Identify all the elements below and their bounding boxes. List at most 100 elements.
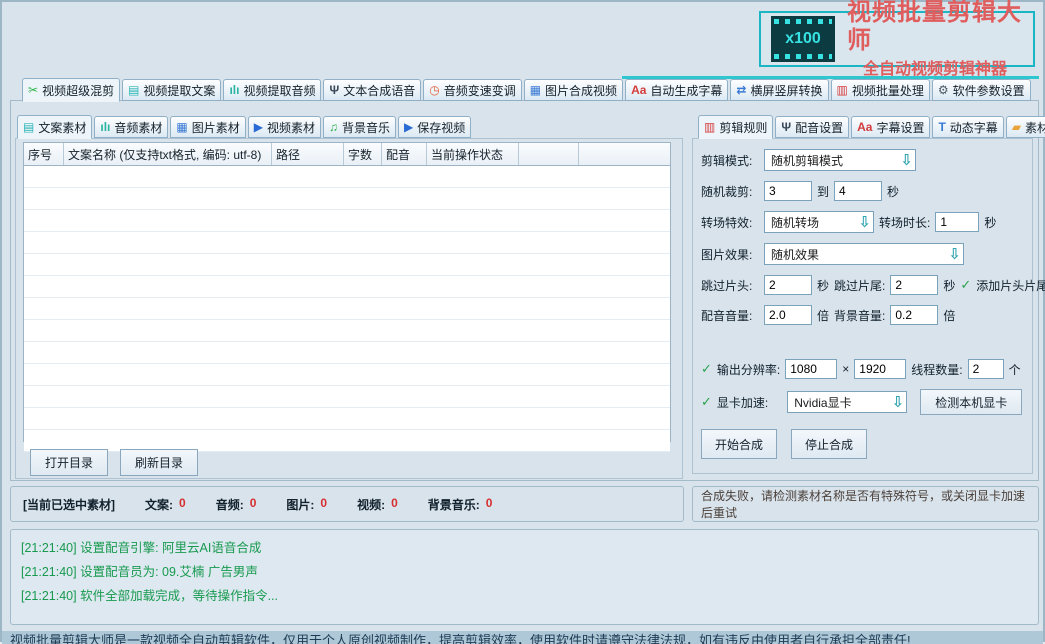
footer-text: 视频批量剪辑大师是一款视频全自动剪辑软件，仅用于个人原创视频制作，提高剪辑效率，… xyxy=(10,633,911,644)
material-tab[interactable]: ▦ 图片素材 xyxy=(170,116,245,138)
tab-label: 软件参数设置 xyxy=(953,82,1025,99)
skip-tail-input[interactable] xyxy=(890,275,938,295)
table-row[interactable] xyxy=(24,342,670,364)
tab-label: 图片素材 xyxy=(192,119,240,136)
checkbox-checked-icon[interactable]: ✓ xyxy=(701,394,712,410)
tab-label: 动态字幕 xyxy=(950,119,998,136)
status-message: 合成失败，请检测素材名称是否有特殊符号，或关闭显卡加速后重试 xyxy=(701,487,1030,521)
unit-count-label: 个 xyxy=(1009,361,1021,378)
resolution-width-input[interactable] xyxy=(785,359,837,379)
table-row[interactable] xyxy=(24,276,670,298)
transition-duration-input[interactable] xyxy=(935,212,979,232)
table-row[interactable] xyxy=(24,166,670,188)
selection-title: [当前已选中素材] xyxy=(23,496,115,513)
selection-count-value: 0 xyxy=(486,496,493,513)
material-tab[interactable]: ▶ 保存视频 xyxy=(398,116,471,138)
refresh-directory-button[interactable]: 刷新目录 xyxy=(120,449,198,476)
table-row[interactable] xyxy=(24,320,670,342)
tab-icon: ▥ xyxy=(704,121,715,133)
main-tab[interactable]: Aa 自动生成字幕 xyxy=(625,79,728,101)
main-tab[interactable]: ▦ 图片合成视频 xyxy=(524,79,623,101)
table-row[interactable] xyxy=(24,232,670,254)
random-cut-row: 随机裁剪: 到 秒 xyxy=(701,181,1032,201)
tab-icon: ▰ xyxy=(1012,121,1021,133)
main-tab[interactable]: ◷ 音频变速变调 xyxy=(423,79,522,101)
tab-icon: ◷ xyxy=(429,84,439,96)
main-tab[interactable]: ▤ 视频提取文案 xyxy=(122,79,221,101)
table-header-cell[interactable] xyxy=(519,143,579,165)
skip-head-input[interactable] xyxy=(764,275,812,295)
material-table: 序号文案名称 (仅支持txt格式, 编码: utf-8)路径字数配音当前操作状态 xyxy=(23,142,671,442)
checkbox-checked-icon[interactable]: ✓ xyxy=(960,277,971,293)
footer-disclaimer: 视频批量剪辑大师是一款视频全自动剪辑软件，仅用于个人原创视频制作，提高剪辑效率，… xyxy=(2,631,1043,644)
edit-mode-select[interactable]: 随机剪辑模式 ⇩ xyxy=(764,149,916,171)
material-tab[interactable]: ılı 音频素材 xyxy=(94,116,168,138)
main-tab[interactable]: ⚙ 软件参数设置 xyxy=(932,79,1031,101)
table-header-cell[interactable]: 序号 xyxy=(24,143,64,165)
image-effect-select[interactable]: 随机效果 ⇩ xyxy=(764,243,964,265)
settings-tab[interactable]: ▥ 剪辑规则 xyxy=(698,115,773,139)
table-header-cell[interactable]: 配音 xyxy=(382,143,427,165)
table-header-cell[interactable]: 当前操作状态 xyxy=(427,143,519,165)
image-effect-value: 随机效果 xyxy=(771,246,819,263)
table-row[interactable] xyxy=(24,298,670,320)
detect-gpu-button[interactable]: 检测本机显卡 xyxy=(920,389,1022,415)
settings-tab[interactable]: Ψ 配音设置 xyxy=(775,116,849,138)
resolution-height-input[interactable] xyxy=(854,359,906,379)
log-line: [21:21:40] 设置配音员为: 09.艾楠 广告男声 xyxy=(21,560,1038,584)
material-tab[interactable]: ▶ 视频素材 xyxy=(248,116,321,138)
seconds-label: 秒 xyxy=(887,183,899,200)
main-tab[interactable]: ▥ 视频批量处理 xyxy=(831,79,930,101)
tab-icon: Ψ xyxy=(329,84,339,96)
settings-tab-bar: ▥ 剪辑规则 Ψ 配音设置 Aa 字幕设置 T 动态字幕 ▰ 素材目录 xyxy=(698,115,1045,138)
gpu-select[interactable]: Nvidia显卡 ⇩ xyxy=(787,391,907,413)
table-row[interactable] xyxy=(24,408,670,430)
material-tab[interactable]: ▤ 文案素材 xyxy=(17,115,92,139)
main-tab[interactable]: ılı 视频提取音频 xyxy=(223,79,321,101)
table-row[interactable] xyxy=(24,386,670,408)
tab-icon: ⇄ xyxy=(736,84,746,96)
selection-count-value: 0 xyxy=(179,496,186,513)
material-tab[interactable]: ♫ 背景音乐 xyxy=(323,116,396,138)
main-tab[interactable]: ✂ 视频超级混剪 xyxy=(22,78,120,102)
settings-tab[interactable]: T 动态字幕 xyxy=(932,116,1003,138)
settings-tab[interactable]: Aa 字幕设置 xyxy=(851,116,930,138)
random-cut-to-input[interactable] xyxy=(834,181,882,201)
voice-volume-input[interactable] xyxy=(764,305,812,325)
chevron-down-icon: ⇩ xyxy=(858,215,871,230)
transition-row: 转场特效: 随机转场 ⇩ 转场时长: 秒 xyxy=(701,211,1032,233)
checkbox-checked-icon[interactable]: ✓ xyxy=(701,361,712,377)
table-row[interactable] xyxy=(24,188,670,210)
app-subtitle: 全自动视频剪辑神器 xyxy=(863,55,1007,79)
bg-volume-label: 背景音量: xyxy=(834,307,885,324)
stop-synthesis-button[interactable]: 停止合成 xyxy=(791,429,867,459)
tab-label: 保存视频 xyxy=(417,119,465,136)
log-line: [21:21:40] 软件全部加载完成，等待操作指令... xyxy=(21,584,1038,608)
threads-input[interactable] xyxy=(968,359,1004,379)
settings-tab[interactable]: ▰ 素材目录 xyxy=(1006,116,1045,138)
resolution-label: 输出分辨率: xyxy=(717,361,780,378)
table-header-cell[interactable]: 路径 xyxy=(272,143,344,165)
tab-label: 字幕设置 xyxy=(876,119,924,136)
open-directory-button[interactable]: 打开目录 xyxy=(30,449,108,476)
main-tab[interactable]: Ψ 文本合成语音 xyxy=(323,79,421,101)
random-cut-from-input[interactable] xyxy=(764,181,812,201)
bg-volume-input[interactable] xyxy=(890,305,938,325)
table-row[interactable] xyxy=(24,364,670,386)
table-header-row: 序号文案名称 (仅支持txt格式, 编码: utf-8)路径字数配音当前操作状态 xyxy=(24,143,670,166)
table-header-cell[interactable]: 文案名称 (仅支持txt格式, 编码: utf-8) xyxy=(64,143,272,165)
add-head-tail-label[interactable]: 添加片头片尾 xyxy=(976,277,1045,294)
chevron-down-icon: ⇩ xyxy=(948,247,961,262)
table-header-cell[interactable]: 字数 xyxy=(344,143,382,165)
main-tab[interactable]: ⇄ 横屏竖屏转换 xyxy=(730,79,828,101)
tab-label: 文本合成语音 xyxy=(343,82,415,99)
selection-count: 音频: 0 xyxy=(216,496,257,513)
tab-icon: ▥ xyxy=(837,84,848,96)
table-row[interactable] xyxy=(24,254,670,276)
tab-label: 文案素材 xyxy=(38,119,86,136)
start-synthesis-button[interactable]: 开始合成 xyxy=(701,429,777,459)
transition-select[interactable]: 随机转场 ⇩ xyxy=(764,211,874,233)
table-row[interactable] xyxy=(24,210,670,232)
log-panel[interactable]: [21:21:40] 设置配音引擎: 阿里云AI语音合成[21:21:40] 设… xyxy=(10,529,1039,625)
transition-label: 转场特效: xyxy=(701,214,759,231)
